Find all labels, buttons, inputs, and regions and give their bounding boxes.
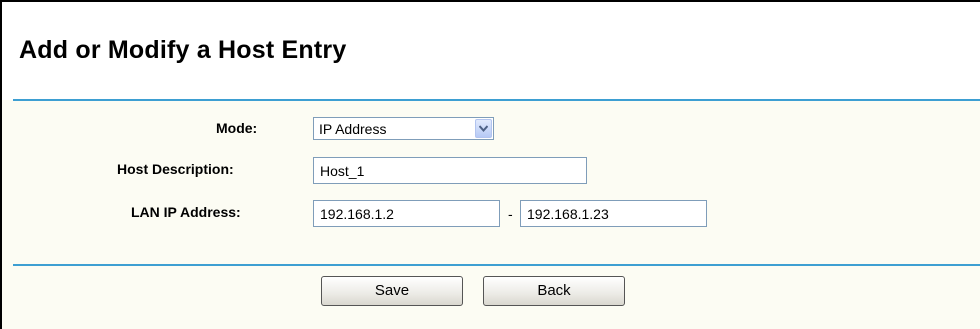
chevron-down-icon[interactable] bbox=[475, 119, 492, 138]
bottom-divider bbox=[13, 264, 980, 266]
ip-range-separator: - bbox=[508, 206, 513, 222]
back-button[interactable]: Back bbox=[483, 276, 625, 306]
lan-ip-label: LAN IP Address: bbox=[131, 204, 241, 220]
top-divider bbox=[13, 99, 980, 101]
host-description-input[interactable]: Host_1 bbox=[313, 157, 587, 184]
lan-ip-start-value: 192.168.1.2 bbox=[320, 206, 394, 222]
lan-ip-end-input[interactable]: 192.168.1.23 bbox=[520, 200, 707, 227]
content-panel: Add or Modify a Host Entry Mode: IP Addr… bbox=[2, 2, 980, 329]
host-description-value: Host_1 bbox=[320, 163, 365, 179]
mode-select[interactable]: IP Address bbox=[313, 117, 494, 140]
host-description-label: Host Description: bbox=[117, 161, 234, 177]
mode-label: Mode: bbox=[216, 120, 258, 136]
lan-ip-end-value: 192.168.1.23 bbox=[527, 206, 609, 222]
page-title: Add or Modify a Host Entry bbox=[19, 36, 347, 64]
lan-ip-start-input[interactable]: 192.168.1.2 bbox=[313, 200, 500, 227]
title-area: Add or Modify a Host Entry bbox=[2, 2, 980, 100]
save-button[interactable]: Save bbox=[321, 276, 463, 306]
mode-select-value: IP Address bbox=[319, 121, 387, 137]
